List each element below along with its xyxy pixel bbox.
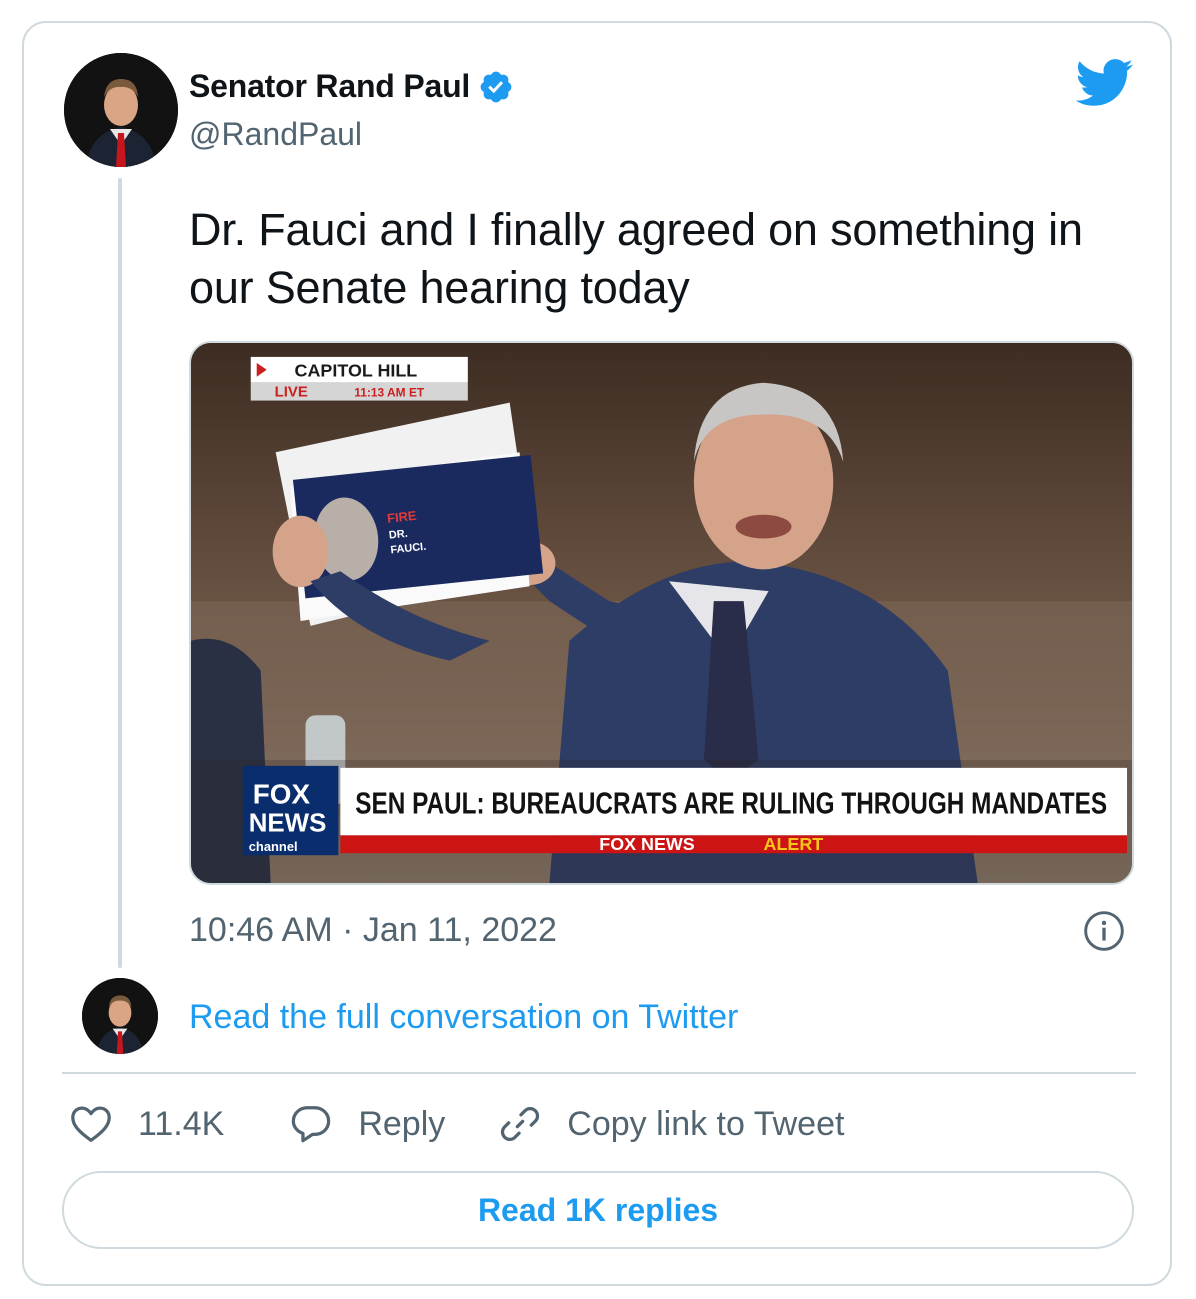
- author-avatar[interactable]: [64, 53, 178, 167]
- avatar-photo: [64, 53, 178, 167]
- paper-fire-text: FIRE: [386, 508, 417, 526]
- heart-icon: [71, 1106, 111, 1142]
- action-bar: 11.4K Reply Copy link to Tweet: [68, 1101, 844, 1147]
- alert-prefix-text: FOX NEWS: [599, 834, 695, 854]
- author-handle[interactable]: @RandPaul: [189, 116, 362, 153]
- like-button[interactable]: 11.4K: [68, 1101, 224, 1147]
- tweet-timestamp[interactable]: 10:46 AM · Jan 11, 2022: [189, 911, 557, 950]
- reply-bubble-icon: [292, 1106, 331, 1143]
- author-avatar-small[interactable]: [82, 978, 158, 1054]
- link-icon: [501, 1106, 540, 1142]
- copy-link-button[interactable]: Copy link to Tweet: [497, 1101, 844, 1147]
- author-name-row[interactable]: Senator Rand Paul: [189, 68, 514, 105]
- read-replies-button[interactable]: Read 1K replies: [62, 1171, 1134, 1249]
- read-full-conversation-link[interactable]: Read the full conversation on Twitter: [189, 998, 738, 1037]
- alert-word-text: ALERT: [764, 834, 824, 854]
- info-icon[interactable]: [1082, 909, 1126, 953]
- like-count: 11.4K: [138, 1104, 225, 1143]
- tweet-text: Dr. Fauci and I finally agreed on someth…: [189, 204, 1083, 313]
- tweet-card: Senator Rand Paul @RandPaul Dr. Fauci an…: [22, 21, 1172, 1286]
- reply-button[interactable]: Reply: [288, 1101, 445, 1147]
- thread-line: [118, 178, 122, 968]
- tweet-media-image[interactable]: FIRE DR. FAUCI. CAPITOL HILL LIVE 11:13 …: [189, 341, 1134, 885]
- avatar-photo-small: [82, 978, 158, 1054]
- verified-badge-icon: [480, 71, 512, 102]
- headline-text: SEN PAUL: BUREAUCRATS ARE RULING THROUGH…: [355, 786, 1107, 821]
- news-logo-text: NEWS: [249, 809, 327, 837]
- live-label: LIVE: [275, 385, 308, 401]
- fox-logo-text: FOX: [253, 779, 311, 810]
- live-time: 11:13 AM ET: [354, 386, 425, 400]
- paper-dr-text: DR.: [388, 528, 408, 542]
- author-display-name[interactable]: Senator Rand Paul: [189, 68, 470, 105]
- twitter-bird-icon[interactable]: [1076, 59, 1134, 107]
- fox-news-screenshot: FIRE DR. FAUCI. CAPITOL HILL LIVE 11:13 …: [191, 343, 1132, 883]
- read-replies-label: Read 1K replies: [477, 1191, 719, 1228]
- channel-logo-text: channel: [249, 839, 298, 854]
- copy-link-label: Copy link to Tweet: [567, 1104, 845, 1143]
- location-tag: CAPITOL HILL: [295, 361, 418, 381]
- reply-label: Reply: [358, 1104, 446, 1143]
- divider: [62, 1072, 1136, 1074]
